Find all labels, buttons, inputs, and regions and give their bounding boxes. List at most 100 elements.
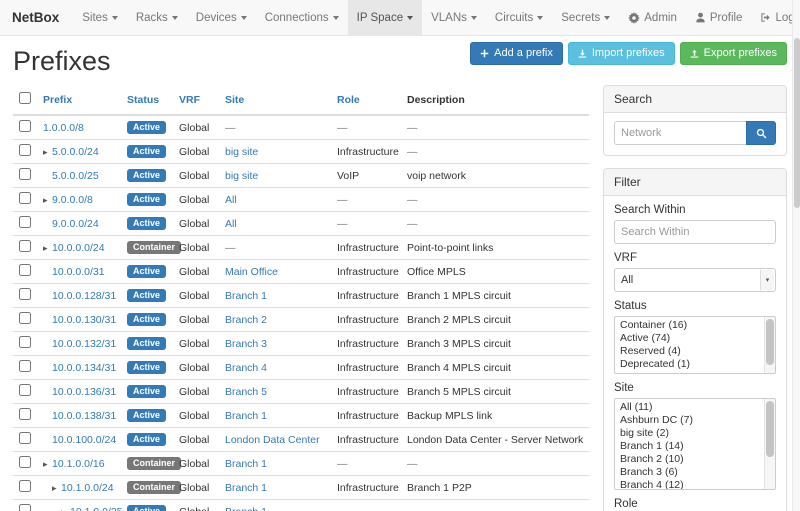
search-input[interactable] (614, 121, 746, 145)
expand-caret-icon: ▸ (43, 459, 52, 470)
row-checkbox[interactable] (19, 408, 31, 420)
prefix-link[interactable]: 10.0.0.136/31 (52, 386, 116, 398)
prefix-link[interactable]: 10.0.0.130/31 (52, 314, 116, 326)
nav-item-sites[interactable]: Sites (73, 0, 127, 35)
site-link[interactable]: Main Office (225, 266, 278, 278)
nav-item-profile[interactable]: Profile (686, 0, 752, 35)
vrf-select[interactable]: All ▾ (614, 268, 776, 292)
select-option[interactable]: Active (74) (615, 332, 775, 345)
prefix-link[interactable]: 10.0.0.138/31 (52, 410, 116, 422)
prefix-link[interactable]: 10.1.0.0/24 (61, 482, 114, 494)
column-header-vrf[interactable]: VRF (179, 94, 200, 106)
row-checkbox[interactable] (19, 120, 31, 132)
role-cell: Infrastructure (331, 140, 401, 164)
row-checkbox[interactable] (19, 360, 31, 372)
listbox-scrollbar[interactable] (764, 399, 775, 489)
column-header-prefix[interactable]: Prefix (43, 94, 72, 106)
site-link[interactable]: Branch 1 (225, 290, 267, 302)
import-prefixes-button[interactable]: Import prefixes (568, 42, 675, 65)
row-checkbox[interactable] (19, 168, 31, 180)
select-option[interactable]: Branch 3 (6) (615, 466, 775, 479)
site-cell: Branch 1 (219, 404, 331, 428)
description-cell: voip network (401, 164, 589, 188)
site-link[interactable]: Branch 5 (225, 386, 267, 398)
select-option[interactable]: Branch 2 (10) (615, 453, 775, 466)
listbox-scrollbar[interactable] (764, 317, 775, 373)
site-link[interactable]: Branch 2 (225, 314, 267, 326)
add-prefix-button[interactable]: Add a prefix (470, 42, 563, 65)
select-option[interactable]: Branch 1 (14) (615, 440, 775, 453)
nav-item-secrets[interactable]: Secrets (552, 0, 619, 35)
row-checkbox[interactable] (19, 336, 31, 348)
row-checkbox[interactable] (19, 264, 31, 276)
nav-item-devices[interactable]: Devices (187, 0, 256, 35)
prefix-link[interactable]: 10.0.0.128/31 (52, 290, 116, 302)
site-cell: — (219, 236, 331, 260)
row-checkbox[interactable] (19, 288, 31, 300)
row-checkbox[interactable] (19, 432, 31, 444)
row-checkbox[interactable] (19, 456, 31, 468)
select-all-checkbox[interactable] (19, 92, 31, 104)
status-listbox[interactable]: Container (16)Active (74)Reserved (4)Dep… (614, 316, 776, 374)
select-option[interactable]: big site (2) (615, 427, 775, 440)
search-button[interactable] (746, 121, 776, 145)
site-link[interactable]: All (225, 218, 237, 230)
site-link[interactable]: Branch 1 (225, 482, 267, 494)
prefix-link[interactable]: 5.0.0.0/25 (52, 170, 99, 182)
select-option[interactable]: All (11) (615, 401, 775, 414)
site-link[interactable]: Branch 1 (225, 506, 267, 511)
site-link[interactable]: Branch 1 (225, 458, 267, 470)
table-row: ▸5.0.0.0/25 Active Global big site VoIP … (13, 164, 589, 188)
site-link[interactable]: Branch 3 (225, 338, 267, 350)
site-link[interactable]: big site (225, 170, 258, 182)
nav-item-admin[interactable]: Admin (619, 0, 686, 35)
site-listbox[interactable]: All (11)Ashburn DC (7)big site (2)Branch… (614, 398, 776, 490)
prefix-link[interactable]: 1.0.0.0/8 (43, 122, 84, 134)
select-option[interactable]: Deprecated (1) (615, 358, 775, 371)
row-checkbox[interactable] (19, 144, 31, 156)
select-option[interactable]: Container (16) (615, 319, 775, 332)
row-checkbox[interactable] (19, 192, 31, 204)
nav-right: Admin Profile Log out (619, 0, 800, 35)
brand[interactable]: NetBox (12, 0, 73, 35)
site-link[interactable]: Branch 1 (225, 410, 267, 422)
search-within-input[interactable] (614, 220, 776, 244)
prefix-link[interactable]: 10.0.0.132/31 (52, 338, 116, 350)
site-link[interactable]: big site (225, 146, 258, 158)
prefix-link[interactable]: 5.0.0.0/24 (52, 146, 99, 158)
column-header-site[interactable]: Site (225, 94, 244, 106)
nav-item-circuits[interactable]: Circuits (486, 0, 552, 35)
prefix-link[interactable]: 10.0.100.0/24 (52, 434, 116, 446)
prefix-link[interactable]: 10.0.0.0/31 (52, 266, 105, 278)
nav-item-label: VLANs (431, 12, 467, 24)
export-prefixes-button[interactable]: Export prefixes (680, 42, 787, 65)
prefix-link[interactable]: 9.0.0.0/24 (52, 218, 99, 230)
role-cell: — (331, 500, 401, 511)
prefix-link[interactable]: 10.0.0.134/31 (52, 362, 116, 374)
prefix-link[interactable]: 10.0.0.0/24 (52, 242, 105, 254)
nav-item-vlans[interactable]: VLANs (422, 0, 486, 35)
page-scrollbar[interactable] (792, 0, 800, 511)
row-checkbox[interactable] (19, 216, 31, 228)
nav-item-racks[interactable]: Racks (127, 0, 187, 35)
row-checkbox[interactable] (19, 312, 31, 324)
row-checkbox[interactable] (19, 504, 31, 511)
nav-item-label: Secrets (561, 12, 600, 24)
column-header-status[interactable]: Status (127, 94, 159, 106)
nav-item-ip-space[interactable]: IP Space (348, 0, 422, 35)
row-checkbox[interactable] (19, 384, 31, 396)
prefix-link[interactable]: 10.1.0.0/16 (52, 458, 105, 470)
prefix-link[interactable]: 9.0.0.0/8 (52, 194, 93, 206)
site-link[interactable]: All (225, 194, 237, 206)
select-option[interactable]: Branch 4 (12) (615, 479, 775, 490)
prefix-link[interactable]: 10.1.0.0/25 (70, 506, 123, 511)
nav-item-connections[interactable]: Connections (256, 0, 348, 35)
site-link[interactable]: Branch 4 (225, 362, 267, 374)
select-option[interactable]: Ashburn DC (7) (615, 414, 775, 427)
row-checkbox[interactable] (19, 480, 31, 492)
description-cell: Branch 4 MPLS circuit (401, 356, 589, 380)
select-option[interactable]: Reserved (4) (615, 345, 775, 358)
row-checkbox[interactable] (19, 240, 31, 252)
site-link[interactable]: London Data Center (225, 434, 320, 446)
column-header-role[interactable]: Role (337, 94, 360, 106)
